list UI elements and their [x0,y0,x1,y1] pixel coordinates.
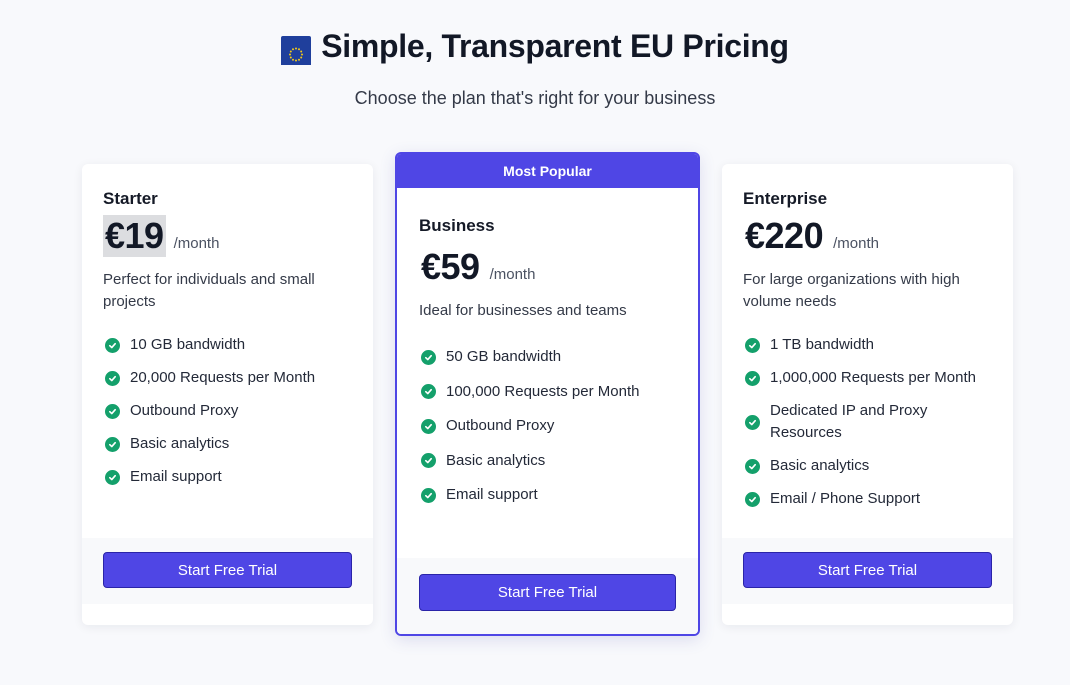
check-circle-icon [421,418,436,434]
feature-text: 1,000,000 Requests per Month [770,369,976,386]
feature-item: 10 GB bandwidth [103,334,352,356]
eu-flag-icon [281,36,312,65]
feature-text: Email support [446,486,538,503]
start-free-trial-button[interactable]: Start Free Trial [743,552,992,588]
check-circle-icon [105,436,120,452]
check-circle-icon [421,349,436,365]
feature-item: Email support [419,484,676,506]
plan-period: /month [489,266,536,283]
plan-description: For large organizations with high volume… [743,271,960,310]
plan-period: /month [833,235,879,252]
check-circle-icon [105,370,120,386]
feature-text: 20,000 Requests per Month [130,369,316,386]
feature-item: 1 TB bandwidth [743,334,992,356]
feature-item: Dedicated IP and Proxy Resources [743,400,992,444]
plan-name: Business [419,216,495,235]
feature-item: 50 GB bandwidth [419,346,676,368]
feature-item: Outbound Proxy [419,415,676,437]
feature-item: Basic analytics [103,433,352,455]
page-subtitle: Choose the plan that's right for your bu… [354,88,716,108]
feature-text: Dedicated IP and Proxy Resources [770,402,928,441]
plan-card-business: Most Popular Business €59 /month Ideal f… [395,152,700,636]
check-circle-icon [745,414,760,430]
plan-card-body: Starter €19 /month Perfect for individua… [103,189,352,499]
plan-name: Starter [103,189,158,208]
plan-card-body: Business €59 /month Ideal for businesses… [419,216,676,519]
check-circle-icon [421,453,436,468]
feature-item: 100,000 Requests per Month [419,381,676,403]
start-free-trial-button[interactable]: Start Free Trial [103,552,352,588]
feature-text: Email support [130,468,222,485]
plan-card-footer: Start Free Trial [722,538,1013,604]
plan-period: /month [173,235,220,252]
most-popular-badge: Most Popular [397,154,698,188]
check-circle-icon [745,458,760,474]
feature-text: Basic analytics [770,457,870,474]
feature-item: 20,000 Requests per Month [103,367,352,389]
feature-text: Basic analytics [446,451,546,469]
feature-text: 100,000 Requests per Month [446,382,640,400]
plan-card-footer: Start Free Trial [82,538,373,604]
feature-text: Basic analytics [130,435,230,452]
feature-item: Basic analytics [419,450,676,472]
check-circle-icon [105,403,120,419]
feature-text: Outbound Proxy [446,417,555,434]
plan-price: €220 [745,215,824,256]
check-circle-icon [745,491,760,507]
feature-text: 10 GB bandwidth [130,336,246,353]
check-circle-icon [745,370,760,386]
plan-description: Ideal for businesses and teams [419,302,627,319]
feature-list: 10 GB bandwidth 20,000 Requests per Mont… [103,334,352,488]
feature-list: 1 TB bandwidth 1,000,000 Requests per Mo… [743,334,992,510]
plan-card-starter: Starter €19 /month Perfect for individua… [82,164,373,625]
check-circle-icon [421,487,436,503]
plan-card-footer: Start Free Trial [397,558,698,634]
price-row: €19 /month [103,215,352,257]
plan-card-body: Enterprise €220 /month For large organiz… [743,189,992,521]
price-row: €59 /month [419,246,676,288]
check-circle-icon [105,469,120,485]
feature-text: 1 TB bandwidth [770,336,874,353]
start-free-trial-button[interactable]: Start Free Trial [419,574,676,611]
feature-item: Email / Phone Support [743,488,992,510]
plan-price: €59 [421,246,480,287]
check-circle-icon [105,337,120,353]
pricing-header: Simple, Transparent EU Pricing Choose th… [0,28,1070,109]
feature-item: Email support [103,466,352,488]
feature-item: Outbound Proxy [103,400,352,422]
price-row: €220 /month [743,215,992,257]
plan-card-enterprise: Enterprise €220 /month For large organiz… [722,164,1013,625]
feature-text: 50 GB bandwidth [446,348,562,365]
page-title: Simple, Transparent EU Pricing [281,28,789,65]
feature-list: 50 GB bandwidth 100,000 Requests per Mon… [419,346,676,506]
page-title-text: Simple, Transparent EU Pricing [321,28,789,64]
plan-description: Perfect for individuals and small projec… [103,271,315,310]
feature-text: Outbound Proxy [130,402,239,419]
feature-item: Basic analytics [743,455,992,477]
plan-price: €19 [103,215,166,257]
check-circle-icon [745,337,760,353]
check-circle-icon [421,384,436,399]
feature-text: Email / Phone Support [770,490,921,507]
feature-item: 1,000,000 Requests per Month [743,367,992,389]
plan-name: Enterprise [743,189,828,208]
